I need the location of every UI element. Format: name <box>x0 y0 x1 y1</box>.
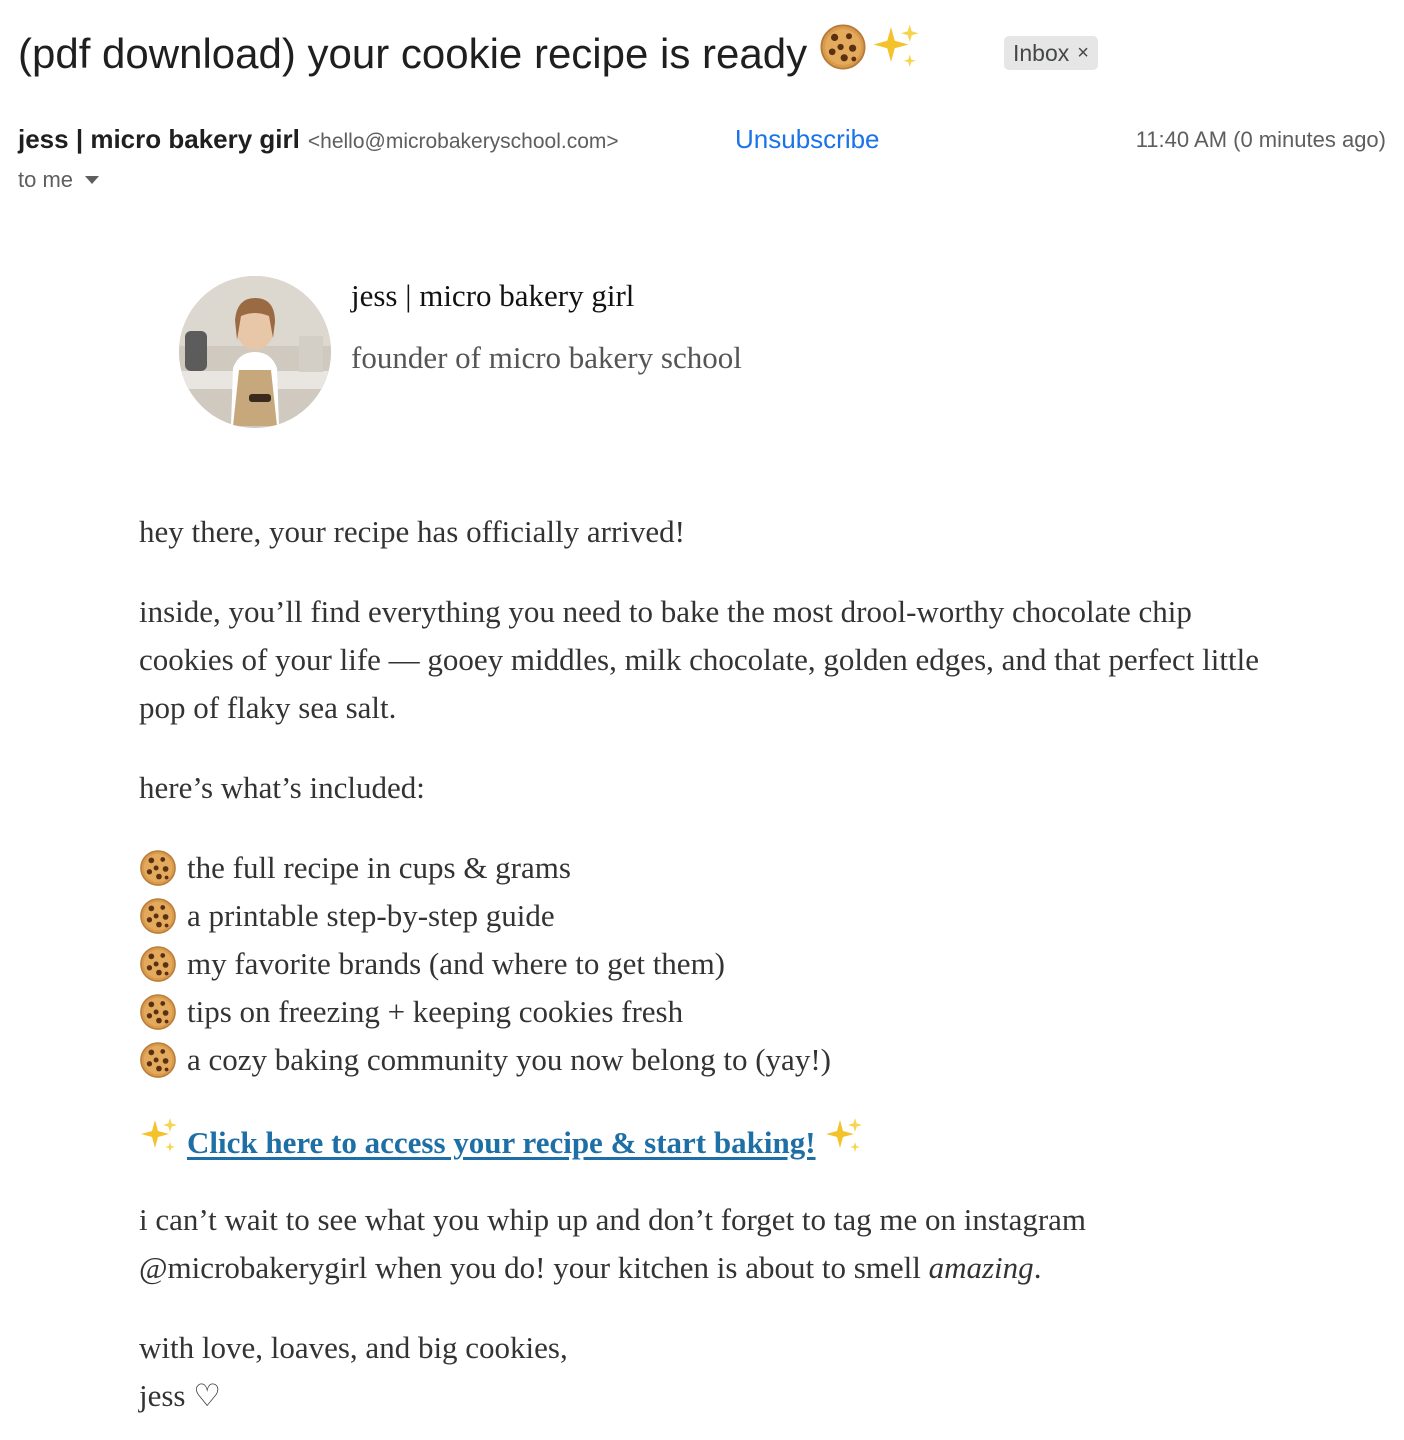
access-recipe-link[interactable]: Click here to access your recipe & start… <box>187 1119 816 1167</box>
inbox-label: Inbox <box>1013 39 1070 66</box>
unsubscribe-link[interactable]: Unsubscribe <box>735 124 880 155</box>
sparkles-icon <box>824 1116 864 1170</box>
card-name: jess | micro bakery girl <box>351 278 635 313</box>
cta-paragraph: Click here to access your recipe & start… <box>139 1116 1289 1170</box>
signature: jess ♡ <box>139 1378 222 1413</box>
list-item-text: a printable step-by-step guide <box>187 898 555 933</box>
list-item: tips on freezing + keeping cookies fresh <box>139 988 1289 1036</box>
list-item: a printable step-by-step guide <box>139 892 1289 940</box>
list-item-text: a cozy baking community you now belong t… <box>187 1042 831 1077</box>
cookie-icon <box>139 897 177 935</box>
closing-emphasis: amazing <box>928 1250 1034 1285</box>
cookie-icon <box>139 849 177 887</box>
sender-row: jess | micro bakery girl <hello@microbak… <box>18 124 619 155</box>
cookie-icon <box>139 993 177 1031</box>
intro-paragraph: inside, you’ll find everything you need … <box>139 594 1259 725</box>
remove-label-button[interactable]: × <box>1077 42 1089 65</box>
subject-text: (pdf download) your cookie recipe is rea… <box>18 30 808 77</box>
list-item-text: my favorite brands (and where to get the… <box>187 946 726 981</box>
sender-email[interactable]: <hello@microbakeryschool.com> <box>308 130 619 154</box>
sparkles-icon <box>139 1116 179 1170</box>
included-heading: here’s what’s included: <box>139 770 425 805</box>
closing-paragraph: i can’t wait to see what you whip up and… <box>139 1196 1289 1292</box>
cookie-icon <box>139 945 177 983</box>
recipient-text: to me <box>18 167 74 192</box>
signoff-block: with love, loaves, and big cookies, jess… <box>139 1324 1289 1420</box>
list-item: my favorite brands (and where to get the… <box>139 940 1289 988</box>
sender-name[interactable]: jess | micro bakery girl <box>18 124 300 155</box>
card-role: founder of micro bakery school <box>351 340 742 375</box>
list-item: the full recipe in cups & grams <box>139 844 1289 892</box>
greeting-paragraph: hey there, your recipe has officially ar… <box>139 514 685 549</box>
list-item-text: the full recipe in cups & grams <box>187 850 571 885</box>
signoff-line: with love, loaves, and big cookies, <box>139 1330 568 1365</box>
chevron-down-icon[interactable] <box>85 176 100 184</box>
timestamp: 11:40 AM (0 minutes ago) <box>1135 127 1386 152</box>
recipient-details-toggle[interactable]: to me <box>18 167 100 193</box>
sparkles-icon <box>871 22 921 86</box>
list-item: a cozy baking community you now belong t… <box>139 1036 1289 1084</box>
included-list: the full recipe in cups & grams a printa… <box>139 844 1289 1084</box>
inbox-label-chip[interactable]: Inbox × <box>1004 36 1098 70</box>
cookie-icon <box>819 23 867 85</box>
email-subject: (pdf download) your cookie recipe is rea… <box>18 22 921 86</box>
avatar <box>179 276 331 428</box>
closing-period: . <box>1033 1250 1042 1285</box>
avatar-photo <box>179 276 331 428</box>
cookie-icon <box>139 1041 177 1079</box>
list-item-text: tips on freezing + keeping cookies fresh <box>187 994 684 1029</box>
